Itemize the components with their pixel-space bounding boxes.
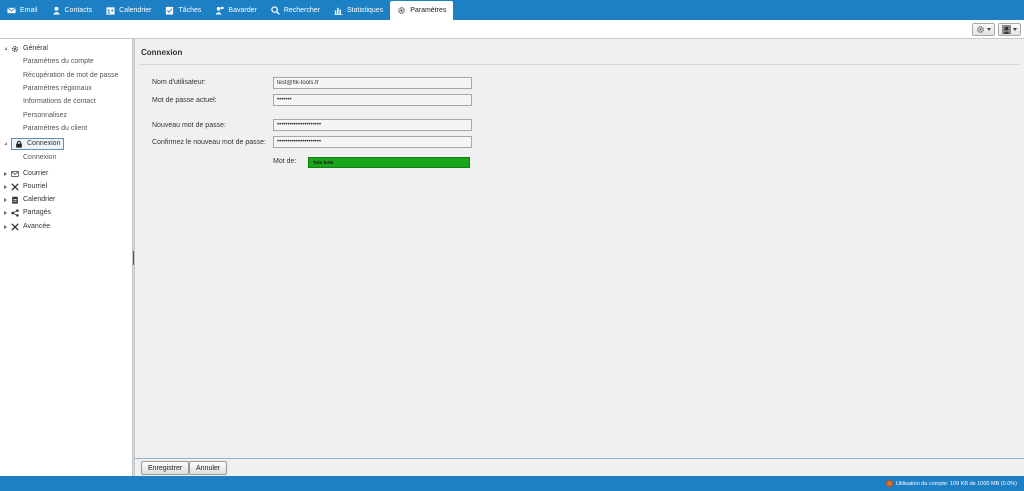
password-strength-meter: Très forte: [308, 157, 470, 168]
password-strength-label: Mot de:: [273, 158, 297, 165]
expand-arrow-icon[interactable]: [4, 224, 7, 229]
tab-email[interactable]: Email: [0, 0, 45, 20]
tab-contacts[interactable]: Contacts: [45, 0, 100, 20]
confirm-password-field[interactable]: [273, 136, 472, 148]
tab-statistics-label: Statistiques: [347, 6, 384, 14]
mail-icon: [7, 6, 16, 13]
sidebar-item-contact-info[interactable]: Informations de contact: [23, 95, 96, 108]
gear-icon: [12, 45, 18, 52]
account-usage: Utilisation du compte: 109 KB de 1000 MB…: [885, 480, 1017, 487]
sidebar-item-label: Pourriel: [23, 183, 48, 190]
tab-tasks-label: Tâches: [178, 6, 202, 14]
chat-icon: [215, 6, 224, 15]
expand-arrow-icon[interactable]: [4, 171, 7, 176]
current-password-label: Mot de passe actuel:: [152, 97, 217, 104]
sidebar-item-client-settings[interactable]: Paramètres du client: [23, 122, 87, 135]
share-icon: [11, 208, 19, 217]
title-divider: [139, 64, 1019, 65]
current-password-field[interactable]: [273, 94, 472, 106]
expand-arrow-icon[interactable]: [4, 142, 7, 145]
sidebar-item-label: Partagés: [23, 209, 52, 216]
sidebar-item-connexion[interactable]: Connexion: [4, 137, 65, 150]
tab-chat[interactable]: Bavarder: [208, 0, 263, 20]
sidebar-item-label: Informations de contact: [23, 98, 96, 105]
gear-icon: [398, 7, 406, 14]
selected-highlight: Connexion: [11, 137, 65, 150]
tab-calendar-label: Calendrier: [119, 6, 152, 14]
username-field[interactable]: [273, 77, 472, 89]
tab-contacts-label: Contacts: [64, 6, 93, 14]
tab-calendar[interactable]: Calendrier: [99, 0, 158, 20]
sidebar-item-label: Général: [23, 45, 48, 52]
password-strength-value: Très forte: [313, 160, 334, 165]
sidebar-item-general[interactable]: Général: [4, 42, 48, 55]
contacts-icon: [52, 6, 60, 15]
new-password-label: Nouveau mot de passe:: [152, 122, 226, 129]
tab-tasks[interactable]: Tâches: [158, 0, 208, 20]
expand-arrow-icon[interactable]: [4, 197, 7, 202]
sidebar-item-label: Paramètres du compte: [23, 58, 94, 65]
sidebar-item-avancee[interactable]: Avancée: [4, 220, 50, 233]
top-navigation: Email Contacts Calendrier Tâches Bavarde…: [0, 0, 1024, 20]
confirm-password-label: Confirmez le nouveau mot de passe:: [152, 139, 267, 146]
sidebar-item-label: Connexion: [23, 154, 57, 161]
chevron-down-icon: [1013, 28, 1017, 31]
toolbar: [0, 20, 1024, 39]
chart-icon: [334, 7, 343, 15]
tools-icon: [11, 182, 19, 191]
cancel-button[interactable]: Annuler: [189, 461, 228, 475]
tab-search-label: Rechercher: [283, 6, 320, 14]
page-title: Connexion: [141, 48, 183, 57]
search-icon: [271, 5, 280, 15]
settings-sidebar: Général Paramètres du compte Récupératio…: [0, 39, 132, 476]
sidebar-item-pourriel[interactable]: Pourriel: [4, 180, 47, 193]
sidebar-item-label: Personnalisez: [23, 112, 67, 119]
sidebar-item-account-settings[interactable]: Paramètres du compte: [23, 55, 94, 68]
user-avatar-icon: [1002, 25, 1011, 34]
sidebar-item-calendrier[interactable]: Calendrier: [4, 193, 55, 206]
expand-arrow-icon[interactable]: [4, 210, 7, 215]
sidebar-item-regional-settings[interactable]: Paramètres régionaux: [23, 82, 92, 95]
envelope-icon: [11, 170, 19, 177]
gear-icon: [977, 26, 984, 33]
tab-statistics[interactable]: Statistiques: [327, 0, 390, 20]
expand-arrow-icon[interactable]: [4, 47, 7, 50]
sidebar-item-label: Paramètres du client: [23, 125, 88, 132]
sidebar-item-label: Calendrier: [23, 196, 56, 203]
sidebar-item-label: Connexion: [27, 140, 61, 147]
splitter-grip[interactable]: [133, 251, 134, 265]
form-action-bar: Enregistrer Annuler: [135, 458, 1024, 476]
sidebar-item-label: Récupération de mot de passe: [23, 72, 119, 79]
new-password-field[interactable]: [273, 119, 472, 131]
tab-chat-label: Bavarder: [228, 6, 257, 14]
sidebar-item-label: Paramètres régionaux: [23, 85, 92, 92]
sidebar-item-customize[interactable]: Personnalisez: [23, 109, 67, 122]
user-menu-button[interactable]: [998, 23, 1021, 36]
tab-email-label: Email: [20, 6, 38, 14]
tab-settings-label: Paramètres: [410, 7, 447, 14]
calendar-icon: [106, 6, 115, 15]
chevron-down-icon: [987, 28, 991, 31]
calendar-icon: [12, 196, 18, 204]
save-button[interactable]: Enregistrer: [141, 461, 190, 475]
usage-pie-icon: [885, 480, 893, 487]
sidebar-item-label: Avancée: [23, 223, 51, 230]
tasks-icon: [166, 6, 174, 15]
username-label: Nom d'utilisateur:: [152, 79, 206, 86]
account-usage-text: Utilisation du compte: 109 KB de 1000 MB…: [895, 480, 1017, 487]
sidebar-item-courrier[interactable]: Courrier: [4, 167, 48, 180]
expand-arrow-icon[interactable]: [4, 184, 7, 189]
settings-panel: Connexion Nom d'utilisateur: Mot de pass…: [135, 39, 1024, 458]
tab-search[interactable]: Rechercher: [264, 0, 327, 20]
tab-settings[interactable]: Paramètres: [390, 1, 454, 20]
tools-icon: [11, 222, 19, 231]
sidebar-item-partages[interactable]: Partagés: [4, 206, 51, 219]
status-bar: Utilisation du compte: 109 KB de 1000 MB…: [0, 476, 1024, 491]
settings-menu-button[interactable]: [972, 23, 995, 36]
sidebar-item-password-recovery[interactable]: Récupération de mot de passe: [23, 69, 118, 82]
sidebar-item-label: Courrier: [23, 170, 49, 177]
sidebar-item-connexion-sub[interactable]: Connexion: [23, 151, 56, 164]
lock-icon: [16, 140, 22, 148]
